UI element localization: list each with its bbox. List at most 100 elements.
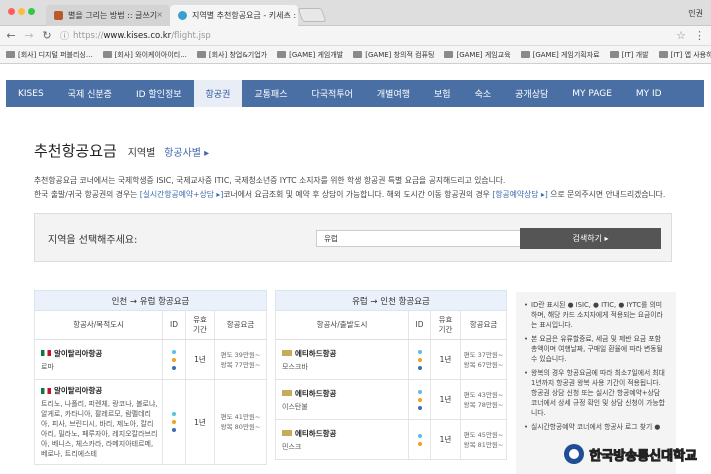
bookmark-folder[interactable]: [GAME] 게임기획자료 bbox=[520, 50, 600, 60]
etihad-logo-icon bbox=[282, 350, 292, 356]
tab-by-region[interactable]: 지역별 bbox=[128, 148, 156, 159]
minimize-window-icon[interactable] bbox=[18, 8, 25, 15]
bookmark-folder[interactable]: [GAME] 게임개발 bbox=[277, 50, 343, 60]
airline-label: 알이탈리아항공 bbox=[54, 348, 103, 358]
bookmark-folder[interactable]: [회사] 창업&기업가 bbox=[196, 50, 268, 60]
reload-icon[interactable]: ↻ bbox=[42, 29, 52, 42]
outbound-table-title: 인천 → 유럽 항공요금 bbox=[34, 290, 267, 311]
bookmark-label: [GAME] 게임개발 bbox=[289, 50, 344, 59]
browser-tabbar: 별을 그리는 방법 :: 글쓰기 × 지역별 추천항공요금 - 키세스 : 학생… bbox=[0, 0, 711, 26]
price-cell: 편도 45만원~ 왕복 81만원~ bbox=[461, 420, 506, 459]
nav-item-my-page[interactable]: MY PAGE bbox=[560, 80, 624, 107]
bookmark-folder[interactable]: [회사] 디지털 퍼블리싱... bbox=[6, 50, 93, 60]
url-field[interactable]: ⓘ https://www.kises.co.kr/flight.jsp bbox=[60, 28, 668, 44]
folder-icon bbox=[102, 51, 112, 58]
nav-item-individual-travel[interactable]: 개별여행 bbox=[365, 80, 422, 107]
menu-icon[interactable]: ⋮ bbox=[694, 29, 705, 42]
isic-dot-icon bbox=[417, 433, 422, 438]
folder-icon bbox=[196, 51, 206, 58]
page-header: 추천항공요금 지역별 항공사별 ▸ bbox=[34, 140, 209, 161]
note-item: 실시간항공예약 코너에서 항공사 로그 찾기 ● bbox=[524, 422, 668, 432]
table-row[interactable]: 알이탈리아항공 트리노, 나폴리, 피렌체, 랑코나, 볼로냐, 알게로, 카타… bbox=[34, 380, 267, 465]
nav-item-kises[interactable]: KISES bbox=[6, 80, 56, 107]
bookmark-label: [GAME] 게임기획자료 bbox=[532, 50, 600, 59]
table-header: 항공사/출발도시 ID 유효 기간 항공요금 bbox=[275, 311, 507, 340]
realtime-booking-link[interactable]: [실시간항공예약+상담 ▸] bbox=[140, 190, 224, 199]
browser-tab-blog[interactable]: 별을 그리는 방법 :: 글쓰기 × bbox=[46, 5, 170, 26]
nav-item-consult[interactable]: 공개상담 bbox=[503, 80, 560, 107]
table-row[interactable]: 알이탈리아항공 로마 1년 편도 39만원~ 왕복 77만원~ bbox=[34, 340, 267, 380]
new-tab-button[interactable] bbox=[297, 8, 327, 22]
isic-dot-icon bbox=[417, 389, 422, 394]
info-icon[interactable]: ⓘ bbox=[60, 29, 69, 42]
id-type-cell bbox=[409, 340, 431, 379]
one-way-price: 편도 37만원~ bbox=[463, 350, 504, 359]
round-trip-price: 왕복 80만원~ bbox=[220, 423, 261, 431]
forward-icon[interactable]: → bbox=[24, 29, 34, 42]
price-cell: 편도 39만원~ 왕복 77만원~ bbox=[215, 340, 266, 379]
nav-item-insurance[interactable]: 보험 bbox=[422, 80, 463, 107]
description-text: 으로 문의주시면 안내드리겠습니다. bbox=[547, 190, 666, 199]
close-tab-icon[interactable]: × bbox=[284, 10, 291, 19]
column-header: ID bbox=[409, 311, 431, 339]
window-controls[interactable] bbox=[8, 8, 35, 15]
isic-dot-icon bbox=[417, 349, 422, 354]
airline-label: 에티하드항공 bbox=[295, 348, 337, 358]
bookmark-folder[interactable]: [IT] 개발 bbox=[609, 50, 649, 60]
close-window-icon[interactable] bbox=[8, 8, 15, 15]
table-row[interactable]: 에티하드항공 이스탄불 1년 편도 43만원~ 왕복 78만원~ bbox=[275, 380, 507, 420]
outbound-fare-table: 인천 → 유럽 항공요금 항공사/목적도시 ID 유효 기간 항공요금 알이탈리… bbox=[34, 290, 267, 465]
alitalia-logo-icon bbox=[41, 387, 51, 394]
back-icon[interactable]: ← bbox=[6, 29, 16, 42]
airline-cell: 에티하드항공 모스크바 bbox=[276, 340, 409, 379]
tab-label: 별을 그리는 방법 :: 글쓰기 bbox=[68, 11, 158, 20]
region-label: 지역을 선택해주세요: bbox=[48, 235, 138, 246]
table-row[interactable]: 에티하드항공 모스크바 1년 편도 37만원~ 왕복 67만원~ bbox=[275, 340, 507, 380]
bookmark-folder[interactable]: [회사] 와이케이아이티... bbox=[102, 50, 187, 60]
bookmark-label: [회사] 창업&기업가 bbox=[208, 50, 268, 59]
round-trip-price: 왕복 77만원~ bbox=[220, 360, 261, 369]
search-button[interactable]: 검색하기 ▸ bbox=[520, 228, 661, 249]
airline-name: 알이탈리아항공 bbox=[41, 348, 102, 359]
profile-name[interactable]: 인권 bbox=[688, 8, 703, 19]
table-header: 항공사/목적도시 ID 유효 기간 항공요금 bbox=[34, 311, 267, 340]
bookmark-folder[interactable]: [GAME] 창의적 컴퓨팅 bbox=[353, 50, 434, 60]
airline-name: 알이탈리아항공 bbox=[41, 385, 102, 396]
address-bar-row: ← → ↻ ⓘ https://www.kises.co.kr/flight.j… bbox=[0, 26, 711, 46]
page-description: 추천항공요금 코너에서는 국제학생증 ISIC, 국제교사증 ITIC, 국제청… bbox=[34, 174, 694, 202]
nav-item-tour[interactable]: 다국적투어 bbox=[299, 80, 364, 107]
booking-consult-link[interactable]: [항공예약상담 ▸] bbox=[492, 190, 548, 199]
price-cell: 편도 43만원~ 왕복 78만원~ bbox=[461, 380, 506, 419]
column-header: 유효 기간 bbox=[431, 311, 461, 339]
note-item: 왕복의 경우 항공요금에 따라 최소7일에서 최대1년까지 항공권 왕복 사용 … bbox=[524, 368, 668, 418]
table-row[interactable]: 에티하드항공 민스크 1년 편도 45만원~ 왕복 81만원~ bbox=[275, 420, 507, 460]
nav-item-flight[interactable]: 항공권 bbox=[193, 80, 243, 107]
nav-item-accommodation[interactable]: 숙소 bbox=[463, 80, 504, 107]
bookmark-folder[interactable]: [GAME] 게임교육 bbox=[444, 50, 511, 60]
maximize-window-icon[interactable] bbox=[28, 8, 35, 15]
bookmark-label: [회사] 와이케이아이티... bbox=[114, 50, 187, 59]
price-cell: 편도 41만원~ 왕복 80만원~ bbox=[215, 380, 266, 464]
region-select[interactable]: 유럽 ▴▾ bbox=[316, 230, 538, 247]
validity-cell: 1년 bbox=[431, 340, 461, 379]
bookmark-star-icon[interactable]: ☆ bbox=[676, 29, 686, 42]
inbound-table-title: 유럽 → 인천 항공요금 bbox=[275, 290, 507, 311]
airline-cell: 에티하드항공 이스탄불 bbox=[276, 380, 409, 419]
nav-item-transport-pass[interactable]: 교통패스 bbox=[242, 80, 299, 107]
close-tab-icon[interactable]: × bbox=[156, 10, 163, 19]
airline-cell: 알이탈리아항공 트리노, 나폴리, 피렌체, 랑코나, 볼로냐, 알게로, 카타… bbox=[35, 380, 163, 464]
id-type-cell bbox=[409, 420, 431, 459]
city-name: 로마 bbox=[41, 362, 54, 371]
nav-item-id-card[interactable]: 국제 신분증 bbox=[56, 80, 124, 107]
city-name: 모스크바 bbox=[282, 362, 308, 371]
nav-item-id-discount[interactable]: ID 할인정보 bbox=[124, 80, 194, 107]
airline-name: 에티하드항공 bbox=[282, 348, 336, 359]
bookmark-label: [GAME] 창의적 컴퓨팅 bbox=[365, 50, 435, 59]
watermark: 한국방송통신대학교 bbox=[564, 444, 697, 464]
bookmark-folder[interactable]: [IT] 앱 사용하기 bbox=[658, 50, 711, 60]
nav-item-my-id[interactable]: MY ID bbox=[624, 80, 674, 107]
airline-cell: 알이탈리아항공 로마 bbox=[35, 340, 163, 379]
tab-by-airline[interactable]: 항공사별 ▸ bbox=[164, 148, 209, 159]
browser-tab-kises[interactable]: 지역별 추천항공요금 - 키세스 : 학생 × bbox=[170, 5, 298, 26]
kises-favicon-icon bbox=[178, 11, 187, 20]
